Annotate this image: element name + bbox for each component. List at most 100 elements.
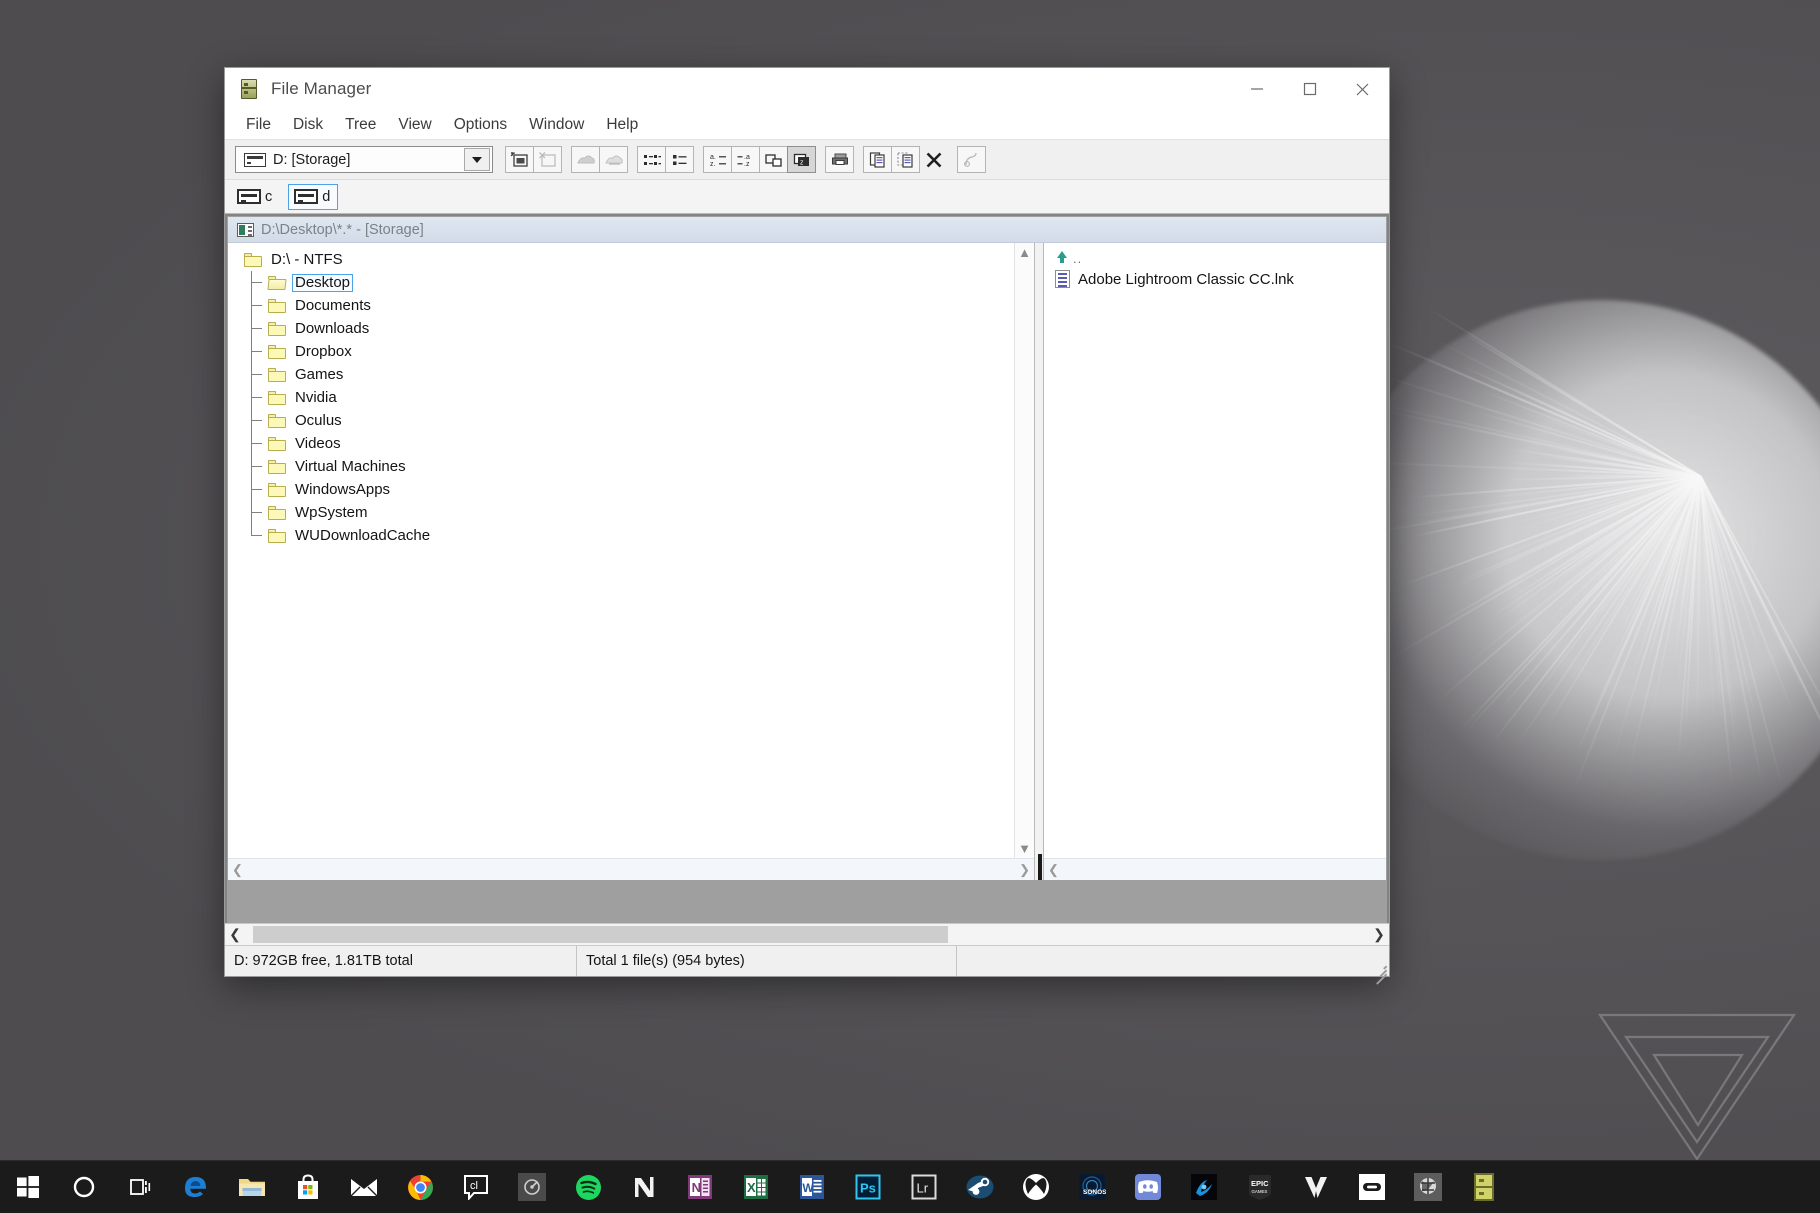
toolbar-group-network[interactable] xyxy=(505,146,561,173)
cortana-search-button[interactable] xyxy=(56,1161,112,1213)
battlenet-button[interactable] xyxy=(1176,1161,1232,1213)
file-manager-window[interactable]: File Manager File Disk Tree View Options… xyxy=(225,68,1389,976)
tree-vertical-scrollbar[interactable]: ▲ ▼ xyxy=(1014,243,1034,858)
discord-button[interactable] xyxy=(1120,1161,1176,1213)
toolbar-group-view[interactable] xyxy=(637,146,693,173)
google-chrome-button[interactable] xyxy=(392,1161,448,1213)
directory-child-window[interactable]: D:\Desktop\*.* - [Storage] D:\ - NTFS xyxy=(227,216,1387,881)
scroll-left-icon[interactable]: ❮ xyxy=(232,862,243,878)
pane-splitter[interactable] xyxy=(1034,243,1044,880)
sort-by-name-icon[interactable]: a. z. xyxy=(703,146,732,173)
taskbar[interactable]: cl N xyxy=(0,1160,1820,1213)
tree-node-wpsystem[interactable]: WpSystem xyxy=(244,501,1014,524)
tree-node-downloads[interactable]: Downloads xyxy=(244,317,1014,340)
file-manager-taskbar-button[interactable] xyxy=(1456,1161,1512,1213)
toolbar-group-edit[interactable] xyxy=(863,146,947,173)
maximize-button[interactable] xyxy=(1283,68,1336,110)
resize-grip[interactable] xyxy=(1371,958,1387,974)
drive-select[interactable]: D: [Storage] xyxy=(235,146,493,173)
cl-app-button[interactable]: cl xyxy=(448,1161,504,1213)
drive-tab-bar[interactable]: c d xyxy=(225,180,1389,214)
window-controls[interactable] xyxy=(1230,68,1389,110)
word-button[interactable]: W xyxy=(784,1161,840,1213)
toolbar-group-print[interactable] xyxy=(825,146,853,173)
view-all-file-details-icon[interactable] xyxy=(637,146,666,173)
drive-tab-c[interactable]: c xyxy=(231,184,280,210)
epic-games-button[interactable]: EPIC GAMES xyxy=(1232,1161,1288,1213)
stop-sharing-icon[interactable] xyxy=(599,146,628,173)
destiny-button[interactable] xyxy=(1288,1161,1344,1213)
photoshop-button[interactable]: Ps xyxy=(840,1161,896,1213)
drive-tab-d[interactable]: d xyxy=(288,184,338,210)
tree-node-root[interactable]: D:\ - NTFS xyxy=(244,248,1014,271)
tree-node-virtual-machines[interactable]: Virtual Machines xyxy=(244,455,1014,478)
scroll-right-icon[interactable]: ❯ xyxy=(1369,926,1389,943)
menu-item-disk[interactable]: Disk xyxy=(282,113,334,137)
spotify-button[interactable] xyxy=(560,1161,616,1213)
tree-node-games[interactable]: Games xyxy=(244,363,1014,386)
xbox-button[interactable] xyxy=(1008,1161,1064,1213)
toolbar-group-properties[interactable] xyxy=(957,146,985,173)
scroll-down-icon[interactable]: ▼ xyxy=(1018,842,1031,855)
mail-button[interactable] xyxy=(336,1161,392,1213)
tree-node-documents[interactable]: Documents xyxy=(244,294,1014,317)
chevron-down-icon[interactable] xyxy=(464,148,490,171)
close-button[interactable] xyxy=(1336,68,1389,110)
window-titlebar[interactable]: File Manager xyxy=(225,68,1389,110)
tree-horizontal-scrollbar[interactable]: ❮ ❯ xyxy=(228,858,1034,880)
move-icon[interactable] xyxy=(891,146,920,173)
microsoft-edge-button[interactable] xyxy=(168,1161,224,1213)
menu-bar[interactable]: File Disk Tree View Options Window Help xyxy=(225,110,1389,140)
lightroom-button[interactable]: Lr xyxy=(896,1161,952,1213)
microsoft-store-button[interactable] xyxy=(280,1161,336,1213)
print-icon[interactable] xyxy=(825,146,854,173)
steam-button[interactable] xyxy=(952,1161,1008,1213)
menu-item-file[interactable]: File xyxy=(235,113,282,137)
copy-icon[interactable] xyxy=(863,146,892,173)
menu-item-tree[interactable]: Tree xyxy=(334,113,387,137)
disconnect-network-drive-icon[interactable] xyxy=(533,146,562,173)
scroll-left-icon[interactable]: ❮ xyxy=(1048,862,1059,878)
parent-directory-entry[interactable]: .. xyxy=(1052,248,1386,268)
tree-node-nvidia[interactable]: Nvidia xyxy=(244,386,1014,409)
scrollbar-thumb[interactable] xyxy=(253,926,948,943)
sort-by-size-icon[interactable] xyxy=(759,146,788,173)
menu-item-options[interactable]: Options xyxy=(443,113,518,137)
tree-node-videos[interactable]: Videos xyxy=(244,432,1014,455)
file-list-item[interactable]: Adobe Lightroom Classic CC.lnk xyxy=(1052,268,1386,290)
tree-node-desktop[interactable]: Desktop xyxy=(244,271,1014,294)
menu-item-help[interactable]: Help xyxy=(595,113,649,137)
properties-icon[interactable] xyxy=(957,146,986,173)
scroll-left-icon[interactable]: ❮ xyxy=(225,926,245,943)
toolbar-group-share[interactable] xyxy=(571,146,627,173)
file-list[interactable]: .. Adobe Lightroom Classic CC.lnk xyxy=(1044,243,1386,858)
mdi-horizontal-scrollbar[interactable]: ❮ ❯ xyxy=(225,923,1389,945)
file-list-horizontal-scrollbar[interactable]: ❮ xyxy=(1044,858,1386,880)
menu-item-window[interactable]: Window xyxy=(518,113,595,137)
view-name-only-icon[interactable] xyxy=(665,146,694,173)
unknown-gray-app-button[interactable] xyxy=(504,1161,560,1213)
delete-icon[interactable] xyxy=(919,146,948,173)
task-view-button[interactable] xyxy=(112,1161,168,1213)
tree-node-dropbox[interactable]: Dropbox xyxy=(244,340,1014,363)
start-button[interactable] xyxy=(0,1161,56,1213)
scroll-up-icon[interactable]: ▲ xyxy=(1018,246,1031,259)
tree-node-windowsapps[interactable]: WindowsApps xyxy=(244,478,1014,501)
scroll-right-icon[interactable]: ❯ xyxy=(1019,862,1030,878)
menu-item-view[interactable]: View xyxy=(387,113,442,137)
sort-by-date-icon[interactable]: z xyxy=(787,146,816,173)
excel-button[interactable]: X xyxy=(728,1161,784,1213)
connect-network-drive-icon[interactable] xyxy=(505,146,534,173)
splitter-grip[interactable] xyxy=(1038,854,1042,880)
sort-by-type-icon[interactable]: .a .z xyxy=(731,146,760,173)
gray-game-button[interactable] xyxy=(1400,1161,1456,1213)
directory-tree[interactable]: D:\ - NTFS Desktop Documents xyxy=(228,243,1014,858)
oculus-button[interactable] xyxy=(1344,1161,1400,1213)
tree-node-oculus[interactable]: Oculus xyxy=(244,409,1014,432)
minimize-button[interactable] xyxy=(1230,68,1283,110)
directory-tree-pane[interactable]: D:\ - NTFS Desktop Documents xyxy=(228,243,1034,880)
child-window-titlebar[interactable]: D:\Desktop\*.* - [Storage] xyxy=(228,217,1386,243)
share-directory-icon[interactable] xyxy=(571,146,600,173)
scrollbar-track[interactable] xyxy=(245,926,1369,943)
file-list-pane[interactable]: .. Adobe Lightroom Classic CC.lnk ❮ xyxy=(1044,243,1386,880)
